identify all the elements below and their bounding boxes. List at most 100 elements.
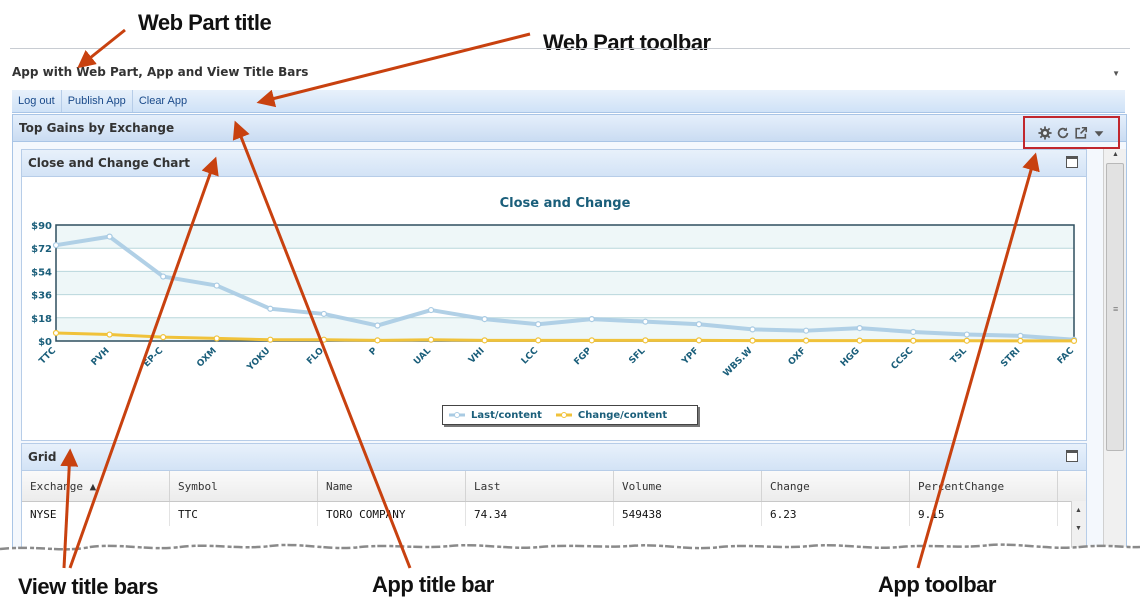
scroll-up-arrow[interactable]: ▲ xyxy=(1112,151,1119,158)
data-point xyxy=(374,322,381,329)
column-header-name[interactable]: Name xyxy=(317,471,466,502)
publish-app-button[interactable]: Publish App xyxy=(62,90,133,112)
x-tick-label: TTC xyxy=(38,346,59,367)
gear-icon[interactable] xyxy=(1037,125,1052,140)
chart-view-title: Close and Change Chart xyxy=(28,156,191,170)
log-out-button[interactable]: Log out xyxy=(12,90,62,112)
torn-edge xyxy=(0,543,1140,565)
data-point xyxy=(374,337,381,344)
maximize-icon[interactable] xyxy=(1066,156,1078,168)
cell-last: 74.34 xyxy=(465,501,614,526)
grid-band xyxy=(56,225,1074,249)
chevron-down-icon[interactable] xyxy=(1092,126,1106,140)
data-point xyxy=(642,318,649,325)
cell-name: TORO COMPANY xyxy=(317,501,466,526)
x-tick-label: P xyxy=(368,346,380,358)
x-tick-label: HGG xyxy=(839,346,862,369)
data-point xyxy=(803,337,810,344)
column-header-percent-change[interactable]: PercentChange xyxy=(909,471,1058,502)
y-tick-label: $90 xyxy=(31,221,52,232)
chevron-down-icon[interactable]: ▼ xyxy=(1112,69,1120,78)
data-point xyxy=(427,336,435,343)
scrollbar-thumb[interactable]: ≡ xyxy=(1106,163,1124,451)
data-point xyxy=(427,306,435,314)
legend-item-change: Change/content xyxy=(555,409,668,421)
cell-exchange: NYSE xyxy=(22,501,170,526)
data-point xyxy=(695,321,703,328)
data-point xyxy=(160,273,167,280)
x-tick-label: SFL xyxy=(627,346,647,366)
data-point xyxy=(963,337,970,344)
y-tick-label: $18 xyxy=(31,314,52,325)
data-point xyxy=(642,337,649,344)
table-row[interactable]: NYSE TTC TORO COMPANY 74.34 549438 6.23 … xyxy=(22,501,1086,526)
web-part-title: App with Web Part, App and View Title Ba… xyxy=(12,65,309,79)
data-point xyxy=(267,336,274,343)
x-tick-label: WBS.W xyxy=(722,346,755,379)
legend-label-change: Change/content xyxy=(577,409,668,421)
data-point xyxy=(856,325,863,332)
data-point xyxy=(803,327,810,334)
y-tick-label: $54 xyxy=(31,267,52,278)
data-point xyxy=(320,336,327,343)
x-tick-label: CCSC xyxy=(890,346,916,372)
scroll-up-arrow[interactable]: ▲ xyxy=(1075,507,1082,514)
callout-app-toolbar: App toolbar xyxy=(878,572,996,597)
x-tick-label: FGP xyxy=(573,346,595,368)
column-header-last[interactable]: Last xyxy=(465,471,614,502)
x-tick-label: STRI xyxy=(999,346,1022,369)
data-point xyxy=(106,331,113,338)
data-point xyxy=(695,337,703,344)
web-part: App with Web Part, App and View Title Ba… xyxy=(10,48,1130,558)
column-header-exchange[interactable]: Exchange ▲ xyxy=(22,471,170,502)
web-part-toolbar: Log out Publish App Clear App xyxy=(12,90,1125,113)
clear-app-button[interactable]: Clear App xyxy=(133,90,193,112)
data-point xyxy=(52,242,60,249)
grid-header-row: Exchange ▲ Symbol Name Last Volume Chang… xyxy=(22,471,1086,502)
data-point xyxy=(910,328,917,336)
x-tick-label: TSL xyxy=(949,346,969,366)
data-point xyxy=(267,305,274,312)
data-point xyxy=(106,233,113,240)
refresh-icon[interactable] xyxy=(1056,126,1070,140)
maximize-icon[interactable] xyxy=(1066,450,1078,462)
data-point xyxy=(481,337,488,344)
chart-title: Close and Change xyxy=(500,196,631,211)
callout-app-title-bar: App title bar xyxy=(372,572,494,597)
x-tick-label: VHI xyxy=(467,346,487,366)
y-tick-label: $72 xyxy=(31,244,52,255)
app-scrollbar[interactable]: ▲ ≡ xyxy=(1103,149,1126,553)
data-point xyxy=(213,335,220,342)
column-header-change[interactable]: Change xyxy=(761,471,910,502)
legend-label-last: Last/content xyxy=(471,409,542,421)
grid-view-title-bar: Grid xyxy=(22,444,1086,471)
data-point xyxy=(963,331,970,338)
popout-icon[interactable] xyxy=(1074,126,1088,140)
scroll-down-arrow[interactable]: ▼ xyxy=(1075,525,1082,532)
app-title: Top Gains by Exchange xyxy=(19,121,175,135)
x-tick-label: OXM xyxy=(195,346,219,370)
data-grid: Exchange ▲ Symbol Name Last Volume Chang… xyxy=(22,471,1086,526)
column-header-volume[interactable]: Volume xyxy=(613,471,762,502)
cell-symbol: TTC xyxy=(169,501,318,526)
x-tick-label: PVH xyxy=(90,346,112,368)
data-point xyxy=(320,310,327,318)
data-point xyxy=(1070,337,1078,344)
data-point xyxy=(749,326,756,333)
callout-view-title-bars: View title bars xyxy=(18,574,159,599)
data-point xyxy=(160,334,167,341)
close-and-change-chart: Close and Change$90$72$54$36$18$0TTC PVH E… xyxy=(31,196,1078,379)
cell-change: 6.23 xyxy=(761,501,910,526)
data-point xyxy=(213,282,220,289)
app-toolbar xyxy=(1023,116,1120,149)
cell-percent-change: 9.15 xyxy=(909,501,1058,526)
x-tick-label: LCC xyxy=(520,346,541,367)
column-header-symbol[interactable]: Symbol xyxy=(169,471,318,502)
x-tick-label: FAC xyxy=(1056,346,1077,367)
chart-view: Close and Change Chart Close and Change $… xyxy=(21,149,1087,441)
data-point xyxy=(535,337,542,344)
app-body: Close and Change Chart Close and Change $… xyxy=(21,149,1087,553)
grid-view-title: Grid xyxy=(28,450,57,464)
data-point xyxy=(535,321,542,328)
data-point xyxy=(1017,337,1024,344)
